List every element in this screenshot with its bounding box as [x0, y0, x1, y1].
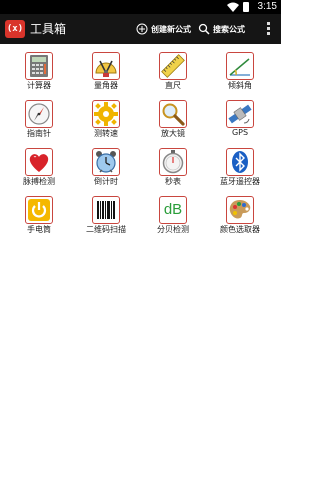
bluetooth-icon [226, 148, 254, 176]
tool-inclinometer[interactable]: 倾斜角 [210, 48, 270, 92]
satellite-icon [226, 100, 254, 128]
status-bar: 3:15 [0, 0, 281, 14]
action-bar: (x) 工具箱 创建新公式 搜索公式 [0, 14, 281, 44]
compass-icon [25, 100, 53, 128]
palette-icon [226, 196, 254, 224]
plus-circle-icon [136, 23, 148, 35]
stopwatch-icon [159, 148, 187, 176]
tool-label: GPS [231, 128, 249, 137]
protractor-icon [92, 52, 120, 80]
search-icon [198, 23, 210, 35]
wifi-icon [227, 2, 239, 12]
tool-ruler[interactable]: 直尺 [143, 48, 203, 92]
tool-magnifier[interactable]: 放大镜 [143, 96, 203, 140]
tool-label: 蓝牙遥控器 [220, 177, 260, 186]
tool-countdown[interactable]: 倒计时 [76, 144, 136, 188]
decibel-text: dB [163, 201, 183, 218]
magnifier-icon [159, 100, 187, 128]
tool-stopwatch[interactable]: 秒表 [143, 144, 203, 188]
tool-label: 倾斜角 [228, 81, 252, 90]
tool-qr-scan[interactable]: 二维码扫描 [76, 192, 136, 236]
inclinometer-icon [226, 52, 254, 80]
battery-icon [243, 2, 249, 12]
app-logo: (x) [5, 20, 25, 38]
decibel-icon: dB [159, 196, 187, 224]
search-formula-label: 搜索公式 [213, 24, 245, 34]
power-icon [25, 196, 53, 224]
ruler-icon [159, 52, 187, 80]
barcode-icon [92, 196, 120, 224]
status-time: 3:15 [257, 1, 277, 12]
calculator-icon [25, 52, 53, 80]
tool-color-picker[interactable]: 颜色选取器 [210, 192, 270, 236]
tool-calculator[interactable]: 计算器 [9, 48, 69, 92]
tool-gps[interactable]: GPS [210, 96, 270, 140]
app-title: 工具箱 [30, 22, 67, 36]
tool-label: 颜色选取器 [220, 225, 260, 234]
heart-icon [25, 148, 53, 176]
gear-icon [92, 100, 120, 128]
create-formula-label: 创建新公式 [151, 24, 191, 34]
tool-bluetooth-remote[interactable]: 蓝牙遥控器 [210, 144, 270, 188]
tool-protractor[interactable]: 量角器 [76, 48, 136, 92]
tool-tachometer[interactable]: 测转速 [76, 96, 136, 140]
search-formula-button[interactable]: 搜索公式 [198, 14, 245, 44]
alarm-clock-icon [92, 148, 120, 176]
overflow-menu-icon[interactable] [267, 22, 271, 36]
tool-compass[interactable]: 指南针 [9, 96, 69, 140]
tool-flashlight[interactable]: 手电筒 [9, 192, 69, 236]
tool-pulse[interactable]: 脉搏检测 [9, 144, 69, 188]
create-formula-button[interactable]: 创建新公式 [136, 14, 191, 44]
tool-decibel[interactable]: dB 分贝检测 [143, 192, 203, 236]
